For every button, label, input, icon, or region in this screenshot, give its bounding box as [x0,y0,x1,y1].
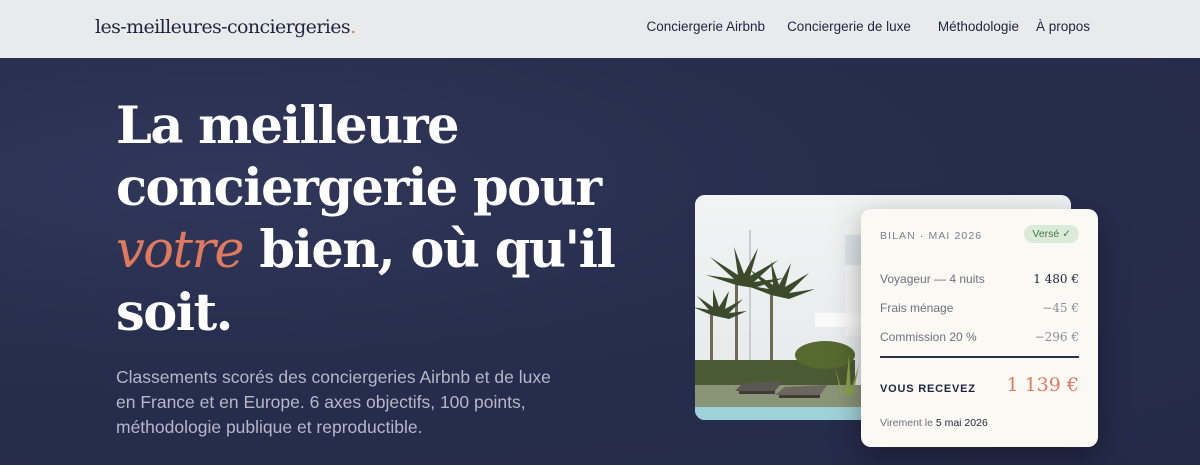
hero-title: La meilleure conciergerie pour votre bie… [116,95,616,344]
total-value: 1 139 € [1006,374,1079,396]
hero-title-line3: bien, où qu'il [243,220,616,280]
status-badge: Versé ✓ [1024,225,1079,243]
statement-divider [880,356,1079,358]
statement-row: Voyageur — 4 nuits 1 480 € [880,272,1079,286]
hero-subtitle: Classements scorés des conciergeries Air… [116,367,551,437]
transfer-date-note: Virement le 5 mai 2026 [880,417,988,429]
transfer-prefix: Virement le [880,417,936,429]
statement-row-label: Commission 20 % [880,330,977,344]
statement-row: Frais ménage −45 € [880,301,1079,315]
statement-row-value: 1 480 € [1033,272,1079,286]
transfer-date: 5 mai 2026 [935,417,988,429]
hero-title-emphasis: votre [116,221,245,280]
logo-dot: . [350,16,356,38]
nav-link-a-propos[interactable]: À propos [1036,19,1090,34]
total-label: VOUS RECEVEZ [880,383,976,395]
nav-link-conciergerie-airbnb[interactable]: Conciergerie Airbnb [646,19,765,34]
site-logo[interactable]: les-meilleures-conciergeries. [95,16,356,38]
statement-row-value: −45 € [1042,301,1079,315]
main-nav: Conciergerie Airbnb Conciergerie de luxe… [646,19,1090,34]
hero-title-line1: La meilleure [116,96,460,156]
nav-link-conciergerie-luxe[interactable]: Conciergerie de luxe [787,19,911,34]
statement-row-label: Frais ménage [880,301,954,315]
statement-row: Commission 20 % −296 € [880,330,1079,344]
statement-row-value: −296 € [1034,330,1079,344]
site-header: les-meilleures-conciergeries. Concierger… [0,0,1200,58]
hero-title-line2: conciergerie pour [116,158,602,218]
payout-statement-card: BILAN · MAI 2026 Versé ✓ Voyageur — 4 nu… [861,209,1098,447]
statement-row-label: Voyageur — 4 nuits [880,272,985,286]
logo-text: les-meilleures-conciergeries [95,16,351,38]
nav-link-methodologie[interactable]: Méthodologie [938,19,1019,34]
statement-heading: BILAN · MAI 2026 [880,230,983,242]
hero-title-line4: soit. [116,283,233,343]
